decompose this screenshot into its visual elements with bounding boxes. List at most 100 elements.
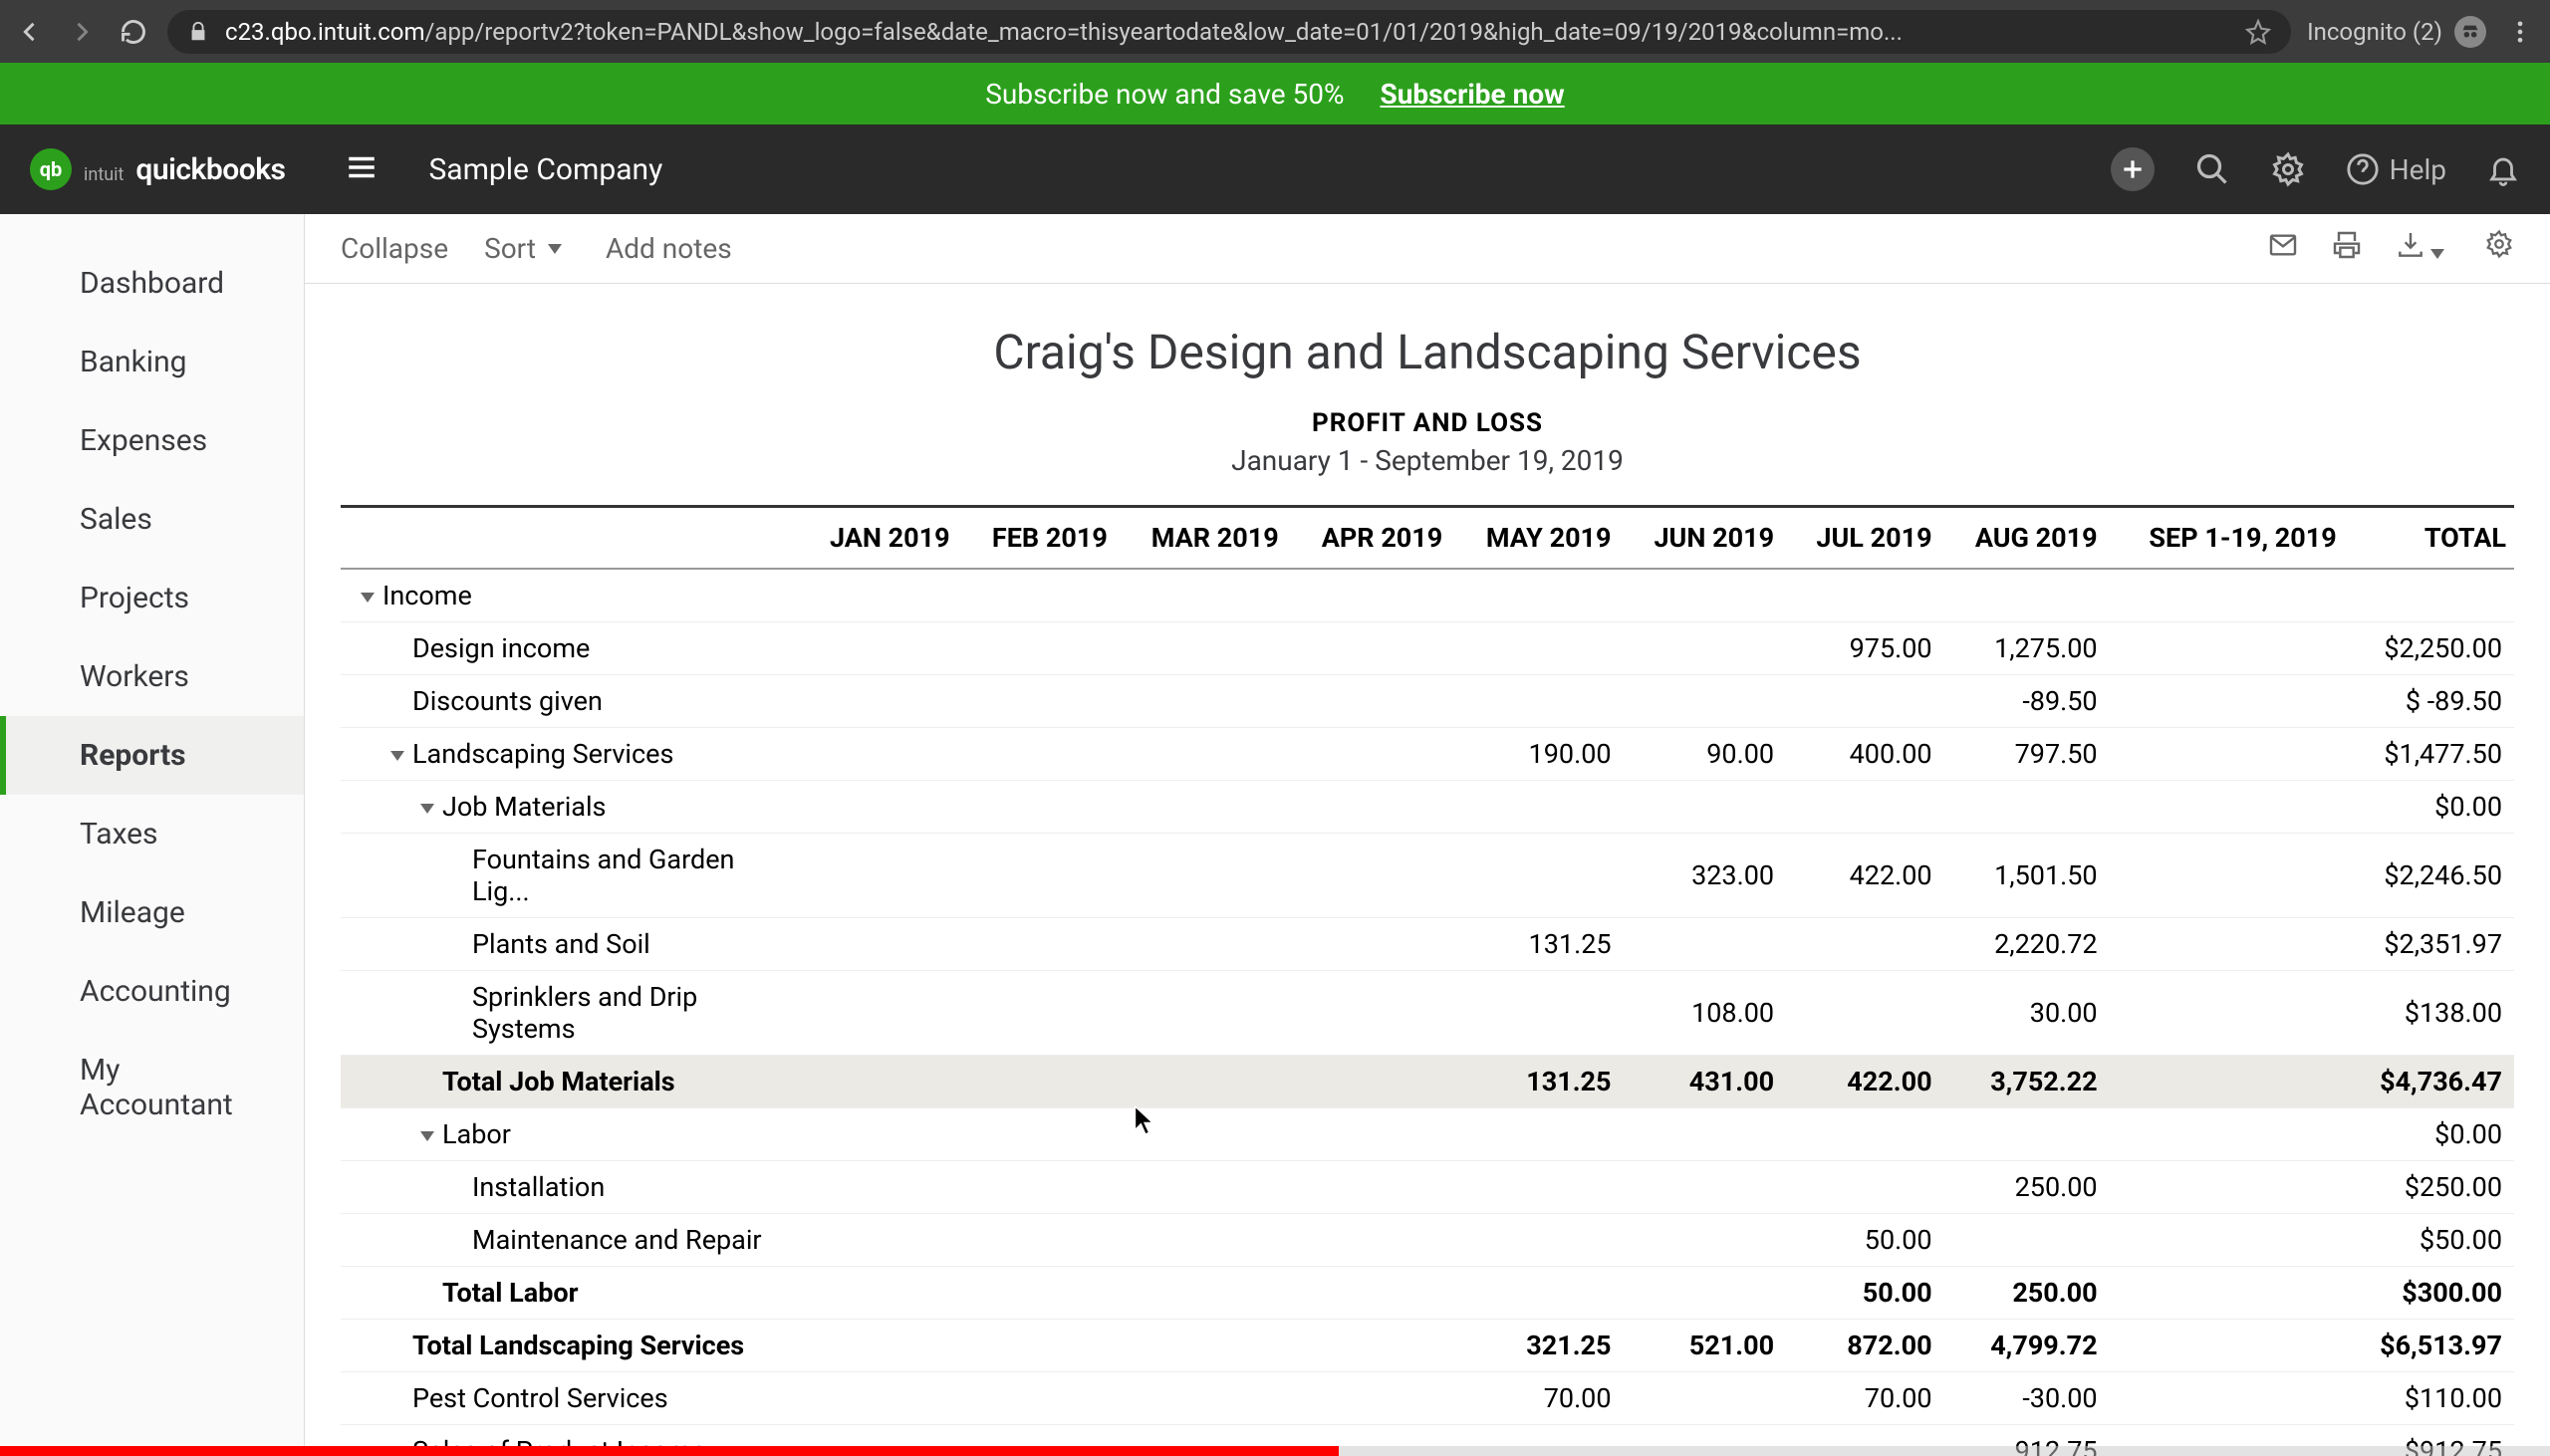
- cell-value[interactable]: 4,799.72: [1944, 1320, 2110, 1372]
- forward-button[interactable]: [64, 14, 100, 50]
- cell-value[interactable]: 2,220.72: [1944, 918, 2110, 971]
- cell-value[interactable]: -30.00: [1944, 1372, 2110, 1425]
- table-row[interactable]: Total Job Materials131.25431.00422.003,7…: [341, 1056, 2514, 1108]
- row-label[interactable]: Plants and Soil: [341, 918, 799, 971]
- cell-value[interactable]: 872.00: [1786, 1320, 1944, 1372]
- table-row[interactable]: Discounts given -89.50 $ -89.50: [341, 675, 2514, 728]
- cell-value[interactable]: $6,513.97: [2349, 1320, 2514, 1372]
- cell-value[interactable]: -89.50: [1944, 675, 2110, 728]
- bookmark-star-icon[interactable]: [2245, 19, 2271, 45]
- column-header[interactable]: AUG 2019: [1944, 508, 2110, 569]
- column-header[interactable]: APR 2019: [1291, 508, 1455, 569]
- video-progress-bar[interactable]: [0, 1446, 2550, 1456]
- sidebar-item-projects[interactable]: Projects: [0, 559, 304, 637]
- cell-value[interactable]: $0.00: [2349, 781, 2514, 834]
- cell-value[interactable]: 797.50: [1944, 728, 2110, 781]
- help-button[interactable]: Help: [2346, 152, 2446, 186]
- settings-button[interactable]: [2270, 151, 2306, 187]
- cell-value[interactable]: 90.00: [1624, 728, 1787, 781]
- table-row[interactable]: Labor $0.00: [341, 1108, 2514, 1161]
- table-row[interactable]: Landscaping Services190.0090.00400.00797…: [341, 728, 2514, 781]
- sidebar-item-dashboard[interactable]: Dashboard: [0, 244, 304, 323]
- email-icon[interactable]: [2267, 229, 2299, 268]
- expand-caret-icon[interactable]: [390, 751, 404, 761]
- row-label[interactable]: Design income: [341, 622, 799, 675]
- table-row[interactable]: Job Materials$0.00: [341, 781, 2514, 834]
- cell-value[interactable]: 250.00: [1944, 1161, 2110, 1214]
- row-label[interactable]: Maintenance and Repair: [341, 1214, 799, 1267]
- reload-button[interactable]: [116, 14, 151, 50]
- cell-value[interactable]: $4,736.47: [2349, 1056, 2514, 1108]
- cell-value[interactable]: $2,246.50: [2349, 834, 2514, 918]
- sidebar-item-banking[interactable]: Banking: [0, 323, 304, 401]
- cell-value[interactable]: 431.00: [1624, 1056, 1787, 1108]
- cell-value[interactable]: $1,477.50: [2349, 728, 2514, 781]
- cell-value[interactable]: 323.00: [1624, 834, 1787, 918]
- subscribe-link[interactable]: Subscribe now: [1380, 78, 1564, 111]
- cell-value[interactable]: $300.00: [2349, 1267, 2514, 1320]
- cell-value[interactable]: $2,250.00: [2349, 622, 2514, 675]
- row-label[interactable]: Labor: [341, 1108, 799, 1161]
- quickbooks-logo[interactable]: qb intuit quickbooks: [30, 148, 285, 190]
- quick-create-button[interactable]: [2111, 147, 2155, 191]
- export-icon[interactable]: [2395, 229, 2452, 268]
- column-header[interactable]: SEP 1-19, 2019: [2110, 508, 2349, 569]
- print-icon[interactable]: [2331, 229, 2363, 268]
- cell-value[interactable]: 975.00: [1786, 622, 1944, 675]
- report-settings-icon[interactable]: [2484, 229, 2514, 268]
- row-label[interactable]: Discounts given: [341, 675, 799, 728]
- cell-value[interactable]: 422.00: [1786, 834, 1944, 918]
- expand-caret-icon[interactable]: [420, 1131, 434, 1141]
- cell-value[interactable]: $2,351.97: [2349, 918, 2514, 971]
- cell-value[interactable]: 3,752.22: [1944, 1056, 2110, 1108]
- sidebar-item-taxes[interactable]: Taxes: [0, 795, 304, 873]
- collapse-button[interactable]: Collapse: [341, 232, 448, 265]
- column-header[interactable]: JUN 2019: [1624, 508, 1787, 569]
- browser-menu-button[interactable]: [2502, 14, 2538, 50]
- incognito-indicator[interactable]: Incognito (2): [2307, 16, 2486, 48]
- sidebar-item-expenses[interactable]: Expenses: [0, 401, 304, 480]
- column-header[interactable]: TOTAL: [2349, 508, 2514, 569]
- row-label[interactable]: Pest Control Services: [341, 1372, 799, 1425]
- cell-value[interactable]: $50.00: [2349, 1214, 2514, 1267]
- column-header[interactable]: MAR 2019: [1120, 508, 1291, 569]
- table-row[interactable]: Installation 250.00 $250.00: [341, 1161, 2514, 1214]
- expand-caret-icon[interactable]: [420, 804, 434, 814]
- cell-value[interactable]: 30.00: [1944, 971, 2110, 1056]
- sidebar-item-mileage[interactable]: Mileage: [0, 873, 304, 952]
- column-header[interactable]: MAY 2019: [1454, 508, 1623, 569]
- search-button[interactable]: [2194, 151, 2230, 187]
- cell-value[interactable]: 70.00: [1454, 1372, 1623, 1425]
- cell-value[interactable]: 521.00: [1624, 1320, 1787, 1372]
- notifications-button[interactable]: [2486, 152, 2520, 186]
- sidebar-item-accounting[interactable]: Accounting: [0, 952, 304, 1031]
- table-row[interactable]: Fountains and Garden Lig...323.00422.001…: [341, 834, 2514, 918]
- cell-value[interactable]: $ -89.50: [2349, 675, 2514, 728]
- menu-toggle-button[interactable]: [345, 150, 379, 188]
- add-notes-button[interactable]: Add notes: [606, 232, 732, 265]
- sidebar-item-workers[interactable]: Workers: [0, 637, 304, 716]
- table-row[interactable]: Total Landscaping Services 321.25521.0087…: [341, 1320, 2514, 1372]
- row-label[interactable]: Total Labor: [341, 1267, 799, 1320]
- sidebar-item-reports[interactable]: Reports: [0, 716, 304, 795]
- table-row[interactable]: Pest Control Services70.0070.00-30.00$11…: [341, 1372, 2514, 1425]
- cell-value[interactable]: 1,275.00: [1944, 622, 2110, 675]
- address-bar[interactable]: c23.qbo.intuit.com/app/reportv2?token=PA…: [167, 10, 2291, 54]
- cell-value[interactable]: 70.00: [1786, 1372, 1944, 1425]
- cell-value[interactable]: 321.25: [1454, 1320, 1623, 1372]
- cell-value[interactable]: 1,501.50: [1944, 834, 2110, 918]
- cell-value[interactable]: $0.00: [2349, 1108, 2514, 1161]
- sidebar-item-my-accountant[interactable]: My Accountant: [0, 1031, 304, 1144]
- table-row[interactable]: Total Labor50.00250.00$300.00: [341, 1267, 2514, 1320]
- cell-value[interactable]: 250.00: [1944, 1267, 2110, 1320]
- cell-value[interactable]: 422.00: [1786, 1056, 1944, 1108]
- cell-value[interactable]: $250.00: [2349, 1161, 2514, 1214]
- cell-value[interactable]: 131.25: [1454, 918, 1623, 971]
- cell-value[interactable]: 131.25: [1454, 1056, 1623, 1108]
- company-name[interactable]: Sample Company: [428, 152, 662, 187]
- row-label[interactable]: Installation: [341, 1161, 799, 1214]
- table-row[interactable]: Sprinklers and Drip Systems108.0030.00$1…: [341, 971, 2514, 1056]
- column-header[interactable]: JAN 2019: [799, 508, 962, 569]
- row-label[interactable]: Landscaping Services: [341, 728, 799, 781]
- row-label[interactable]: Total Landscaping Services: [341, 1320, 799, 1372]
